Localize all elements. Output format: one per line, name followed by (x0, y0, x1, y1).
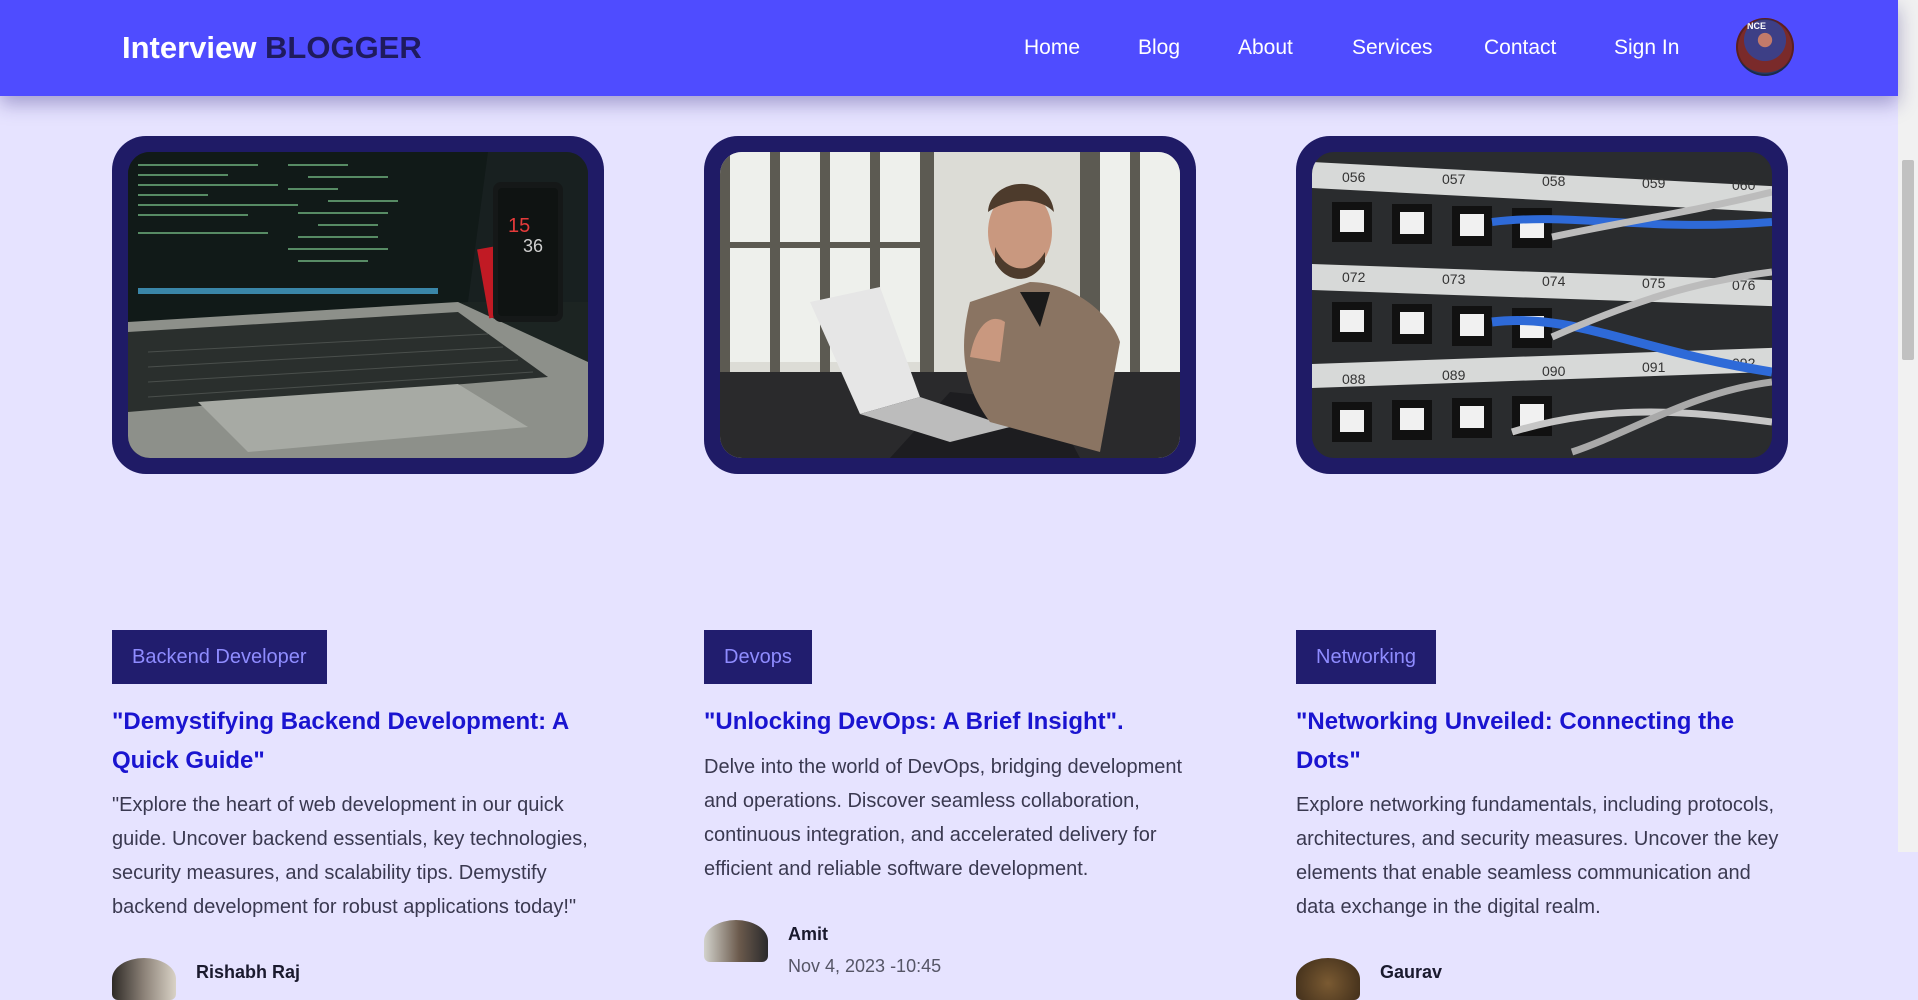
post-title[interactable]: "Demystifying Backend Development: A Qui… (112, 702, 604, 780)
patch-panel-illustration: 056 057 058 059 060 072 073 074 075 076 … (1312, 152, 1772, 458)
port-label: 090 (1542, 363, 1566, 379)
author-avatar (704, 920, 768, 962)
port-label: 074 (1542, 273, 1566, 289)
author-avatar (1296, 958, 1360, 1000)
nav-link-blog[interactable]: Blog (1138, 36, 1180, 60)
category-badge[interactable]: Backend Developer (112, 630, 327, 684)
post-image-man-laptop (720, 152, 1180, 458)
port-label: 056 (1342, 169, 1366, 185)
nav-link-about[interactable]: About (1238, 36, 1293, 60)
post-description: "Explore the heart of web development in… (112, 794, 588, 918)
author-name[interactable]: Amit (788, 924, 828, 945)
user-avatar-icon[interactable]: NCE (1736, 18, 1794, 76)
author-avatar (112, 958, 176, 1000)
nav-link-sign-in[interactable]: Sign In (1614, 36, 1679, 60)
category-badge[interactable]: Devops (704, 630, 812, 684)
port-label: 060 (1732, 177, 1756, 193)
laptop-phone-illustration: 15 36 (128, 152, 588, 458)
post-description: Delve into the world of DevOps, bridging… (704, 756, 1183, 880)
port-label: 057 (1442, 171, 1466, 187)
top-navbar: Interview BLOGGER Home Blog About Servic… (0, 0, 1898, 96)
page-scrollbar[interactable] (1898, 0, 1918, 852)
brand-second-word: BLOGGER (265, 30, 422, 65)
nav-link-services[interactable]: Services (1352, 36, 1433, 60)
port-label: 059 (1642, 175, 1666, 191)
post-card-devops: Devops "Unlocking DevOps: A Brief Insigh… (704, 136, 1196, 976)
phone-clock-hours: 15 (508, 215, 530, 237)
post-title[interactable]: "Unlocking DevOps: A Brief Insight". (704, 702, 1196, 741)
port-label: 075 (1642, 275, 1666, 291)
port-label: 091 (1642, 359, 1666, 375)
author-name[interactable]: Gaurav (1380, 962, 1442, 983)
nav-link-contact[interactable]: Contact (1484, 36, 1556, 60)
scrollbar-thumb[interactable] (1902, 160, 1914, 360)
brand-first-word: Interview (122, 30, 257, 65)
post-description: Explore networking fundamentals, includi… (1296, 794, 1779, 918)
man-with-laptop-illustration (720, 152, 1180, 458)
post-card-backend: 15 36 Backend Developer "Demystifying Ba… (112, 136, 604, 1000)
site-logo[interactable]: Interview BLOGGER (122, 30, 422, 66)
avatar-badge-text: NCE (1747, 21, 1767, 31)
author-name[interactable]: Rishabh Raj (196, 962, 300, 983)
post-image-frame[interactable]: 15 36 (112, 136, 604, 474)
port-label: 088 (1342, 371, 1366, 387)
post-card-networking: 056 057 058 059 060 072 073 074 075 076 … (1296, 136, 1788, 1000)
post-image-laptop-code: 15 36 (128, 152, 588, 458)
port-label: 073 (1442, 271, 1466, 287)
phone-clock-minutes: 36 (523, 236, 543, 256)
category-badge[interactable]: Networking (1296, 630, 1437, 684)
post-image-patch-panel: 056 057 058 059 060 072 073 074 075 076 … (1312, 152, 1772, 458)
port-label: 058 (1542, 173, 1566, 189)
port-label: 072 (1342, 269, 1366, 285)
nav-link-home[interactable]: Home (1024, 36, 1080, 60)
port-label: 089 (1442, 367, 1466, 383)
post-date: Nov 4, 2023 -10:45 (788, 956, 942, 976)
post-image-frame[interactable]: 056 057 058 059 060 072 073 074 075 076 … (1296, 136, 1788, 474)
post-title[interactable]: "Networking Unveiled: Connecting the Dot… (1296, 702, 1788, 780)
post-image-frame[interactable] (704, 136, 1196, 474)
